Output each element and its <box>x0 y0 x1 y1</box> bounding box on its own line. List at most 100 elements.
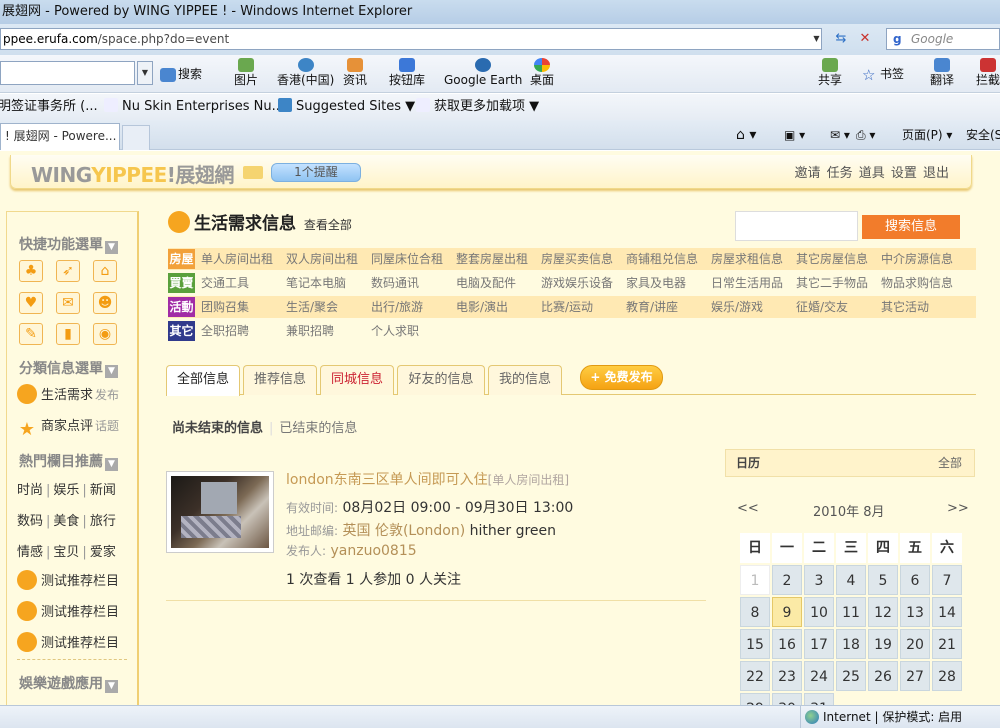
calendar-day[interactable]: 20 <box>900 629 930 659</box>
toolbar-bookmarks[interactable]: ☆ 书签 <box>862 57 904 91</box>
toolbar-search-button[interactable]: 搜索 <box>160 57 202 91</box>
chart-icon[interactable]: ▮ <box>56 323 80 345</box>
site-logo[interactable]: WINGYIPPEE!展翅網 <box>31 159 234 188</box>
category-link[interactable]: 生活/聚会 <box>286 296 338 318</box>
refresh-icon[interactable]: ⇆ <box>830 30 852 48</box>
category-link[interactable]: 中介房源信息 <box>881 248 953 270</box>
tab-friends[interactable]: 好友的信息 <box>397 365 485 395</box>
category-link[interactable]: 日常生活用品 <box>711 272 783 294</box>
category-link[interactable]: 出行/旅游 <box>371 296 423 318</box>
games-title[interactable]: 娛樂遊戲應用 ▼ <box>19 673 118 693</box>
category-link[interactable]: 交通工具 <box>201 272 249 294</box>
filter-ongoing[interactable]: 尚未结束的信息 <box>172 421 263 436</box>
calendar-day[interactable]: 9 <box>772 597 802 627</box>
toolbar-images[interactable]: 图片 <box>234 58 258 92</box>
camera-icon[interactable]: ◉ <box>93 323 117 345</box>
category-link[interactable]: 家具及电器 <box>626 272 686 294</box>
favorite-suggested-sites[interactable]: Suggested Sites ▼ <box>278 94 415 120</box>
calendar-day[interactable]: 4 <box>836 565 866 595</box>
category-link[interactable]: 团购召集 <box>201 296 249 318</box>
category-link[interactable]: 个人求职 <box>371 320 419 342</box>
toolbar-popup-blocker[interactable]: 拦截 <box>976 58 1000 92</box>
calendar-day[interactable]: 2 <box>772 565 802 595</box>
calendar-day[interactable]: 7 <box>932 565 962 595</box>
tree-icon[interactable]: ♣ <box>19 260 43 282</box>
calendar-day[interactable]: 15 <box>740 629 770 659</box>
category-link[interactable]: 房屋买卖信息 <box>541 248 613 270</box>
sidebar-link-shop[interactable]: ★ 商家点评 话题 <box>17 415 119 440</box>
sidebar-link-life[interactable]: 生活需求 发布 <box>17 384 119 404</box>
category-link[interactable]: 物品求购信息 <box>881 272 953 294</box>
url-dropdown-icon[interactable]: ▼ <box>811 28 822 50</box>
category-link[interactable]: 教育/讲座 <box>626 296 678 318</box>
calendar-day[interactable]: 3 <box>804 565 834 595</box>
calendar-day[interactable]: 8 <box>740 597 770 627</box>
calendar-next[interactable]: >> <box>947 501 969 516</box>
sidebar-test-link[interactable]: 测试推荐栏目 <box>17 632 119 652</box>
calendar-day[interactable]: 11 <box>836 597 866 627</box>
quick-functions-title[interactable]: 快捷功能選單 ▼ <box>19 234 118 254</box>
listing-title[interactable]: london东南三区单人间即可入住[单人房间出租] <box>286 469 569 489</box>
stop-icon[interactable]: ✕ <box>854 30 876 48</box>
print-icon[interactable]: ⎙ ▾ <box>856 120 875 150</box>
tab-active[interactable]: ! 展翅网 - Powere... <box>0 123 120 150</box>
category-link[interactable]: 娱乐/游戏 <box>711 296 763 318</box>
toolbar-share[interactable]: 共享 <box>818 58 842 92</box>
category-link[interactable]: 商铺租兑信息 <box>626 248 698 270</box>
tab-same-city[interactable]: 同城信息 <box>320 365 394 395</box>
category-link[interactable]: 全职招聘 <box>201 320 249 342</box>
feeds-icon[interactable]: ▣ ▾ <box>784 120 805 150</box>
tab-recommended[interactable]: 推荐信息 <box>243 365 317 395</box>
calendar-day[interactable]: 26 <box>868 661 898 691</box>
category-link[interactable]: 其它房屋信息 <box>796 248 868 270</box>
category-link[interactable]: 电影/演出 <box>456 296 508 318</box>
category-link[interactable]: 其它活动 <box>881 296 929 318</box>
category-menu-title[interactable]: 分類信息選單 ▼ <box>19 358 118 378</box>
heart-icon[interactable]: ♥ <box>19 292 43 314</box>
toolbar-search-input[interactable] <box>0 61 135 85</box>
security-zone[interactable]: Internet | 保护模式: 启用 <box>800 706 962 728</box>
envelope-icon[interactable] <box>243 166 263 179</box>
calendar-day[interactable]: 27 <box>900 661 930 691</box>
collapse-icon[interactable]: ▼ <box>105 680 118 693</box>
tab-all-info[interactable]: 全部信息 <box>166 365 240 396</box>
favorite-item[interactable]: 明签证事务所 (... <box>0 94 98 120</box>
category-link[interactable]: 比赛/运动 <box>541 296 593 318</box>
calendar-prev[interactable]: << <box>737 501 759 516</box>
calendar-day[interactable]: 31 <box>804 693 834 705</box>
category-link[interactable]: 同屋床位合租 <box>371 248 443 270</box>
mail-icon[interactable]: ✉ ▾ <box>830 120 850 150</box>
favorite-item[interactable]: Nu Skin Enterprises Nu... <box>104 94 284 120</box>
calendar-day[interactable]: 19 <box>868 629 898 659</box>
category-link[interactable]: 房屋求租信息 <box>711 248 783 270</box>
new-tab-button[interactable] <box>122 125 150 150</box>
sidebar-test-link[interactable]: 测试推荐栏目 <box>17 601 119 621</box>
toolbar-button-gallery[interactable]: 按钮库 <box>389 58 425 92</box>
pencil-icon[interactable]: ✎ <box>19 323 43 345</box>
calendar-day[interactable]: 29 <box>740 693 770 705</box>
category-link[interactable]: 笔记本电脑 <box>286 272 346 294</box>
calendar-day[interactable]: 18 <box>836 629 866 659</box>
free-publish-button[interactable]: + 免费发布 <box>580 365 663 390</box>
category-link[interactable]: 其它二手物品 <box>796 272 868 294</box>
chat-icon[interactable]: ✉ <box>56 292 80 314</box>
calendar-day[interactable]: 1 <box>740 565 770 595</box>
view-all-link[interactable]: 查看全部 <box>304 218 352 232</box>
calendar-day[interactable]: 13 <box>900 597 930 627</box>
calendar-day[interactable]: 28 <box>932 661 962 691</box>
url-input[interactable]: ppee.erufa.com/space.php?do=event <box>0 28 822 50</box>
people-icon[interactable]: ☻ <box>93 292 117 314</box>
collapse-icon[interactable]: ▼ <box>105 365 118 378</box>
tab-mine[interactable]: 我的信息 <box>488 365 562 395</box>
info-search-input[interactable] <box>735 211 858 241</box>
calendar-day[interactable]: 6 <box>900 565 930 595</box>
toolbar-hongkong[interactable]: 香港(中国) <box>277 58 334 92</box>
calendar-day[interactable]: 14 <box>932 597 962 627</box>
calendar-day[interactable]: 22 <box>740 661 770 691</box>
favorite-addons[interactable]: 获取更多加载项 ▼ <box>416 94 539 120</box>
google-search-input[interactable]: g Google <box>886 28 1000 50</box>
toolbar-google-earth[interactable]: Google Earth <box>444 58 522 92</box>
category-link[interactable]: 整套房屋出租 <box>456 248 528 270</box>
category-link[interactable]: 双人房间出租 <box>286 248 358 270</box>
category-link[interactable]: 游戏娱乐设备 <box>541 272 613 294</box>
